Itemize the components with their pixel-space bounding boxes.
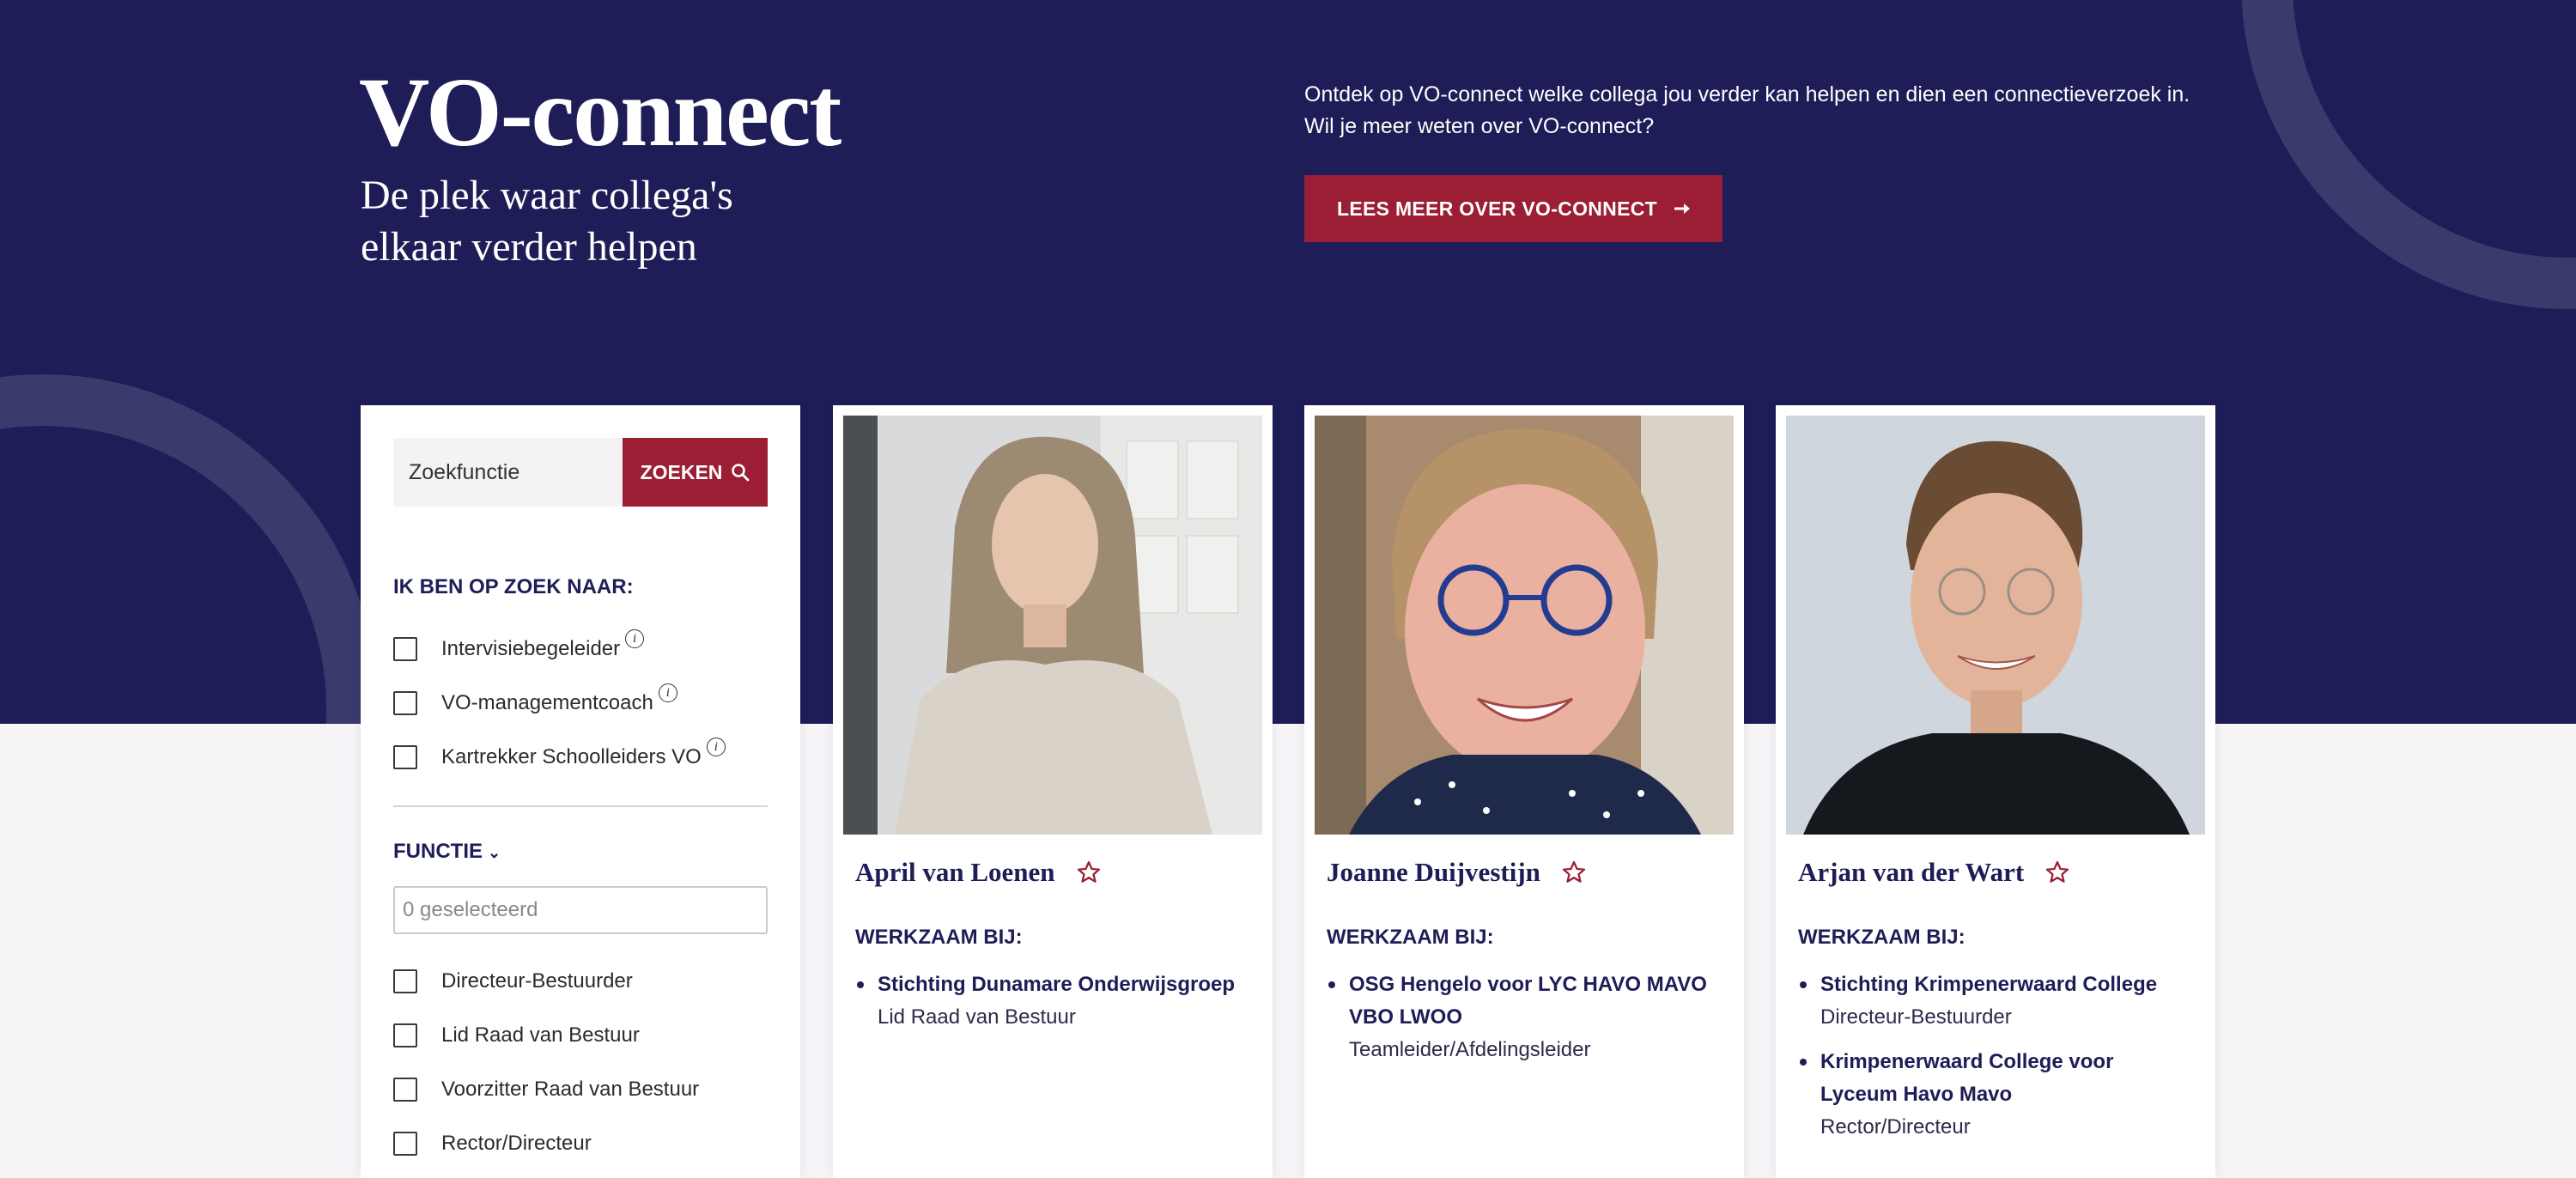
profile-photo[interactable] [1786,416,2205,835]
profile-card[interactable]: Arjan van der Wart WERKZAAM BIJ: Stichti… [1776,405,2215,1178]
arrow-right-icon [1674,203,1690,214]
profile-name-text: Joanne Duijvestijn [1327,857,1540,887]
decorative-arc-left [0,374,378,724]
chevron-down-icon: ⌄ [488,844,501,861]
works-at-label: WERKZAAM BIJ: [1798,926,1965,949]
star-icon[interactable] [1561,859,1587,885]
search-button[interactable]: ZOEKEN [623,438,768,507]
works-at-label: WERKZAAM BIJ: [855,926,1023,949]
read-more-label: LEES MEER OVER VO-CONNECT [1337,197,1657,220]
org-item: Krimpenerwaard College voor Lyceum Havo … [1798,1046,2193,1144]
star-icon[interactable] [1076,859,1102,885]
checkbox-label: Voorzitter Raad van Bestuur [441,1078,700,1101]
checkbox-box[interactable] [393,691,417,715]
decorative-arc-top [2241,0,2576,309]
org-role: Directeur-Bestuurder [1820,1005,2012,1029]
search-bar: ZOEKEN [393,438,768,507]
profile-name[interactable]: April van Loenen [855,857,1102,888]
org-list: Stichting Dunamare Onderwijsgroep Lid Ra… [855,969,1250,1046]
profile-card[interactable]: April van Loenen WERKZAAM BIJ: Stichting… [833,405,1273,1178]
profile-name[interactable]: Arjan van der Wart [1798,857,2070,888]
checkbox-directeur-bestuurder[interactable]: Directeur-Bestuurder [393,966,633,997]
checkbox-label: Directeur-Bestuurder [441,969,633,993]
filter-panel: ZOEKEN IK BEN OP ZOEK NAAR: Intervisiebe… [361,405,800,1178]
org-item: Stichting Krimpenerwaard College Directe… [1798,969,2193,1034]
org-name: Krimpenerwaard College voor Lyceum Havo … [1820,1050,2114,1106]
checkbox-label: VO-managementcoach [441,691,653,714]
checkbox-label: Rector/Directeur [441,1132,592,1155]
read-more-button[interactable]: LEES MEER OVER VO-CONNECT [1304,175,1722,242]
checkbox-box[interactable] [393,1132,417,1156]
intro-line-1: Ontdek op VO-connect welke collega jou v… [1304,82,2190,106]
profile-photo[interactable] [1315,416,1734,835]
intro-text: Ontdek op VO-connect welke collega jou v… [1304,79,2249,143]
checkbox-box[interactable] [393,1023,417,1047]
checkbox-vo-managementcoach[interactable]: VO-managementcoach i [393,683,677,719]
org-item: OSG Hengelo voor LYC HAVO MAVO VBO LWOO … [1327,969,1722,1066]
checkbox-lid-raad-van-bestuur[interactable]: Lid Raad van Bestuur [393,1020,640,1051]
info-icon[interactable]: i [658,683,677,702]
org-name: Stichting Dunamare Onderwijsgroep [878,973,1236,996]
profile-name[interactable]: Joanne Duijvestijn [1327,857,1587,888]
org-name: Stichting Krimpenerwaard College [1820,973,2158,996]
checkbox-kartrekker[interactable]: Kartrekker Schoolleiders VO i [393,738,726,773]
search-button-label: ZOEKEN [640,460,723,483]
function-select[interactable]: 0 geselecteerd [393,886,768,934]
checkbox-box[interactable] [393,745,417,769]
checkbox-intervisiebegeleider[interactable]: Intervisiebegeleider i [393,629,645,665]
function-title: FUNCTIE [393,840,483,863]
org-list: OSG Hengelo voor LYC HAVO MAVO VBO LWOO … [1327,969,1722,1078]
search-icon [732,464,750,482]
checkbox-voorzitter-raad-van-bestuur[interactable]: Voorzitter Raad van Bestuur [393,1074,699,1105]
checkbox-box[interactable] [393,969,417,993]
checkbox-label: Lid Raad van Bestuur [441,1023,640,1047]
org-name: OSG Hengelo voor LYC HAVO MAVO VBO LWOO [1349,973,1707,1029]
works-at-label: WERKZAAM BIJ: [1327,926,1494,949]
org-list: Stichting Krimpenerwaard College Directe… [1798,969,2193,1156]
org-role: Lid Raad van Bestuur [878,1005,1076,1029]
checkbox-label: Intervisiebegeleider [441,637,621,660]
info-icon[interactable]: i [706,738,726,756]
checkbox-box[interactable] [393,1078,417,1102]
star-icon[interactable] [2044,859,2070,885]
function-select-value: 0 geselecteerd [403,898,538,921]
profile-card[interactable]: Joanne Duijvestijn WERKZAAM BIJ: OSG Hen… [1304,405,1744,1178]
function-filter-toggle[interactable]: FUNCTIE ⌄ [393,840,501,864]
profile-name-text: Arjan van der Wart [1798,857,2025,887]
page-title: VO-connect [359,58,841,167]
org-role: Rector/Directeur [1820,1115,1971,1139]
checkbox-rector-directeur[interactable]: Rector/Directeur [393,1128,592,1159]
profile-photo[interactable] [843,416,1262,835]
org-item: Stichting Dunamare Onderwijsgroep Lid Ra… [855,969,1250,1034]
checkbox-label: Kartrekker Schoolleiders VO [441,745,702,768]
profile-name-text: April van Loenen [855,857,1055,887]
looking-for-title: IK BEN OP ZOEK NAAR: [393,575,634,598]
info-icon[interactable]: i [625,629,645,648]
filter-divider [393,805,768,807]
search-input[interactable] [393,438,623,507]
page-subtitle: De plek waar collega's elkaar verder hel… [361,173,733,270]
checkbox-box[interactable] [393,637,417,661]
org-role: Teamleider/Afdelingsleider [1349,1038,1591,1061]
intro-line-2: Wil je meer weten over VO-connect? [1304,114,1655,138]
